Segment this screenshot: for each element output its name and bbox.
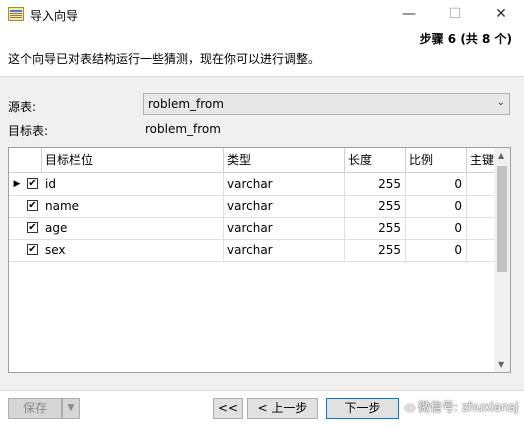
scroll-up-icon[interactable]: ▲ <box>498 151 504 160</box>
column-header-target-field[interactable]: 目标栏位 <box>42 148 224 172</box>
cell-type[interactable]: varchar <box>224 217 345 239</box>
chevron-down-icon: ⌄ <box>496 97 505 108</box>
save-button[interactable]: 保存 <box>8 398 62 419</box>
first-step-button[interactable]: << <box>213 398 243 419</box>
title-bar: 导入向导 — ☐ ✕ <box>0 0 524 30</box>
table-row[interactable]: ✔ age varchar 255 0 <box>9 217 496 240</box>
row-indicator <box>9 239 25 261</box>
save-dropdown-button[interactable]: ▼ <box>62 398 80 419</box>
field-mapping-grid[interactable]: 目标栏位 类型 长度 比例 主键 ▶ ✔ id varchar 255 0 ✔ name var… <box>8 147 511 373</box>
include-field-checkbox[interactable]: ✔ <box>27 200 38 211</box>
cell-type[interactable]: varchar <box>224 239 345 261</box>
previous-step-button[interactable]: < 上一步 <box>247 398 318 419</box>
watermark-text: 微信号: zhuxiansj <box>418 400 519 414</box>
header-indicator-cell <box>9 148 42 172</box>
cell-scale[interactable]: 0 <box>406 195 467 217</box>
source-table-select[interactable]: roblem_from ⌄ <box>143 93 510 115</box>
target-table-label: 目标表: <box>8 124 49 138</box>
vertical-scrollbar[interactable]: ▲ ▼ <box>494 148 510 372</box>
cell-length[interactable]: 255 <box>345 217 406 239</box>
cell-target-field[interactable]: sex <box>42 239 224 261</box>
minimize-button[interactable]: — <box>386 0 432 30</box>
cell-target-field[interactable]: age <box>42 217 224 239</box>
wechat-icon <box>404 402 416 413</box>
cell-target-field[interactable]: name <box>42 195 224 217</box>
cell-primary-key[interactable] <box>467 239 496 261</box>
table-row[interactable]: ▶ ✔ id varchar 255 0 <box>9 173 496 196</box>
cell-scale[interactable]: 0 <box>406 239 467 261</box>
scrollbar-thumb[interactable] <box>497 166 507 272</box>
cell-scale[interactable]: 0 <box>406 173 467 195</box>
include-field-checkbox[interactable]: ✔ <box>27 178 38 189</box>
row-indicator <box>9 217 25 239</box>
close-button[interactable]: ✕ <box>478 0 524 30</box>
cell-primary-key[interactable] <box>467 173 496 195</box>
table-row[interactable]: ✔ name varchar 255 0 <box>9 195 496 218</box>
step-indicator: 步骤 6 (共 8 个) <box>419 32 512 46</box>
include-field-checkbox[interactable]: ✔ <box>27 244 38 255</box>
import-wizard-icon <box>8 7 24 21</box>
next-step-button[interactable]: 下一步 <box>326 398 399 419</box>
table-row[interactable]: ✔ sex varchar 255 0 <box>9 239 496 262</box>
watermark: 微信号: zhuxiansj <box>404 398 518 415</box>
chevron-down-icon: ▼ <box>67 403 75 413</box>
include-field-checkbox[interactable]: ✔ <box>27 222 38 233</box>
scroll-down-icon[interactable]: ▼ <box>498 360 504 369</box>
cell-target-field[interactable]: id <box>42 173 224 195</box>
cell-length[interactable]: 255 <box>345 239 406 261</box>
step-description: 这个向导已对表结构运行一些猜测，现在你可以进行调整。 <box>8 52 321 66</box>
cell-scale[interactable]: 0 <box>406 217 467 239</box>
row-indicator <box>9 195 25 217</box>
cell-type[interactable]: varchar <box>224 195 345 217</box>
source-table-label: 源表: <box>8 100 37 114</box>
cell-type[interactable]: varchar <box>224 173 345 195</box>
import-wizard-window: 导入向导 — ☐ ✕ 步骤 6 (共 8 个) 这个向导已对表结构运行一些猜测，… <box>0 0 524 428</box>
column-header-primary-key[interactable]: 主键 <box>467 148 496 172</box>
grid-header: 目标栏位 类型 长度 比例 主键 <box>9 148 496 173</box>
source-table-value: roblem_from <box>148 97 224 111</box>
target-table-value: roblem_from <box>145 122 221 136</box>
cell-length[interactable]: 255 <box>345 195 406 217</box>
footer-divider <box>0 390 524 391</box>
cell-primary-key[interactable] <box>467 195 496 217</box>
column-header-scale[interactable]: 比例 <box>406 148 467 172</box>
column-header-type[interactable]: 类型 <box>224 148 345 172</box>
column-header-length[interactable]: 长度 <box>345 148 406 172</box>
window-title: 导入向导 <box>30 9 79 23</box>
current-row-icon: ▶ <box>13 179 21 189</box>
maximize-button[interactable]: ☐ <box>432 0 478 30</box>
cell-length[interactable]: 255 <box>345 173 406 195</box>
cell-primary-key[interactable] <box>467 217 496 239</box>
